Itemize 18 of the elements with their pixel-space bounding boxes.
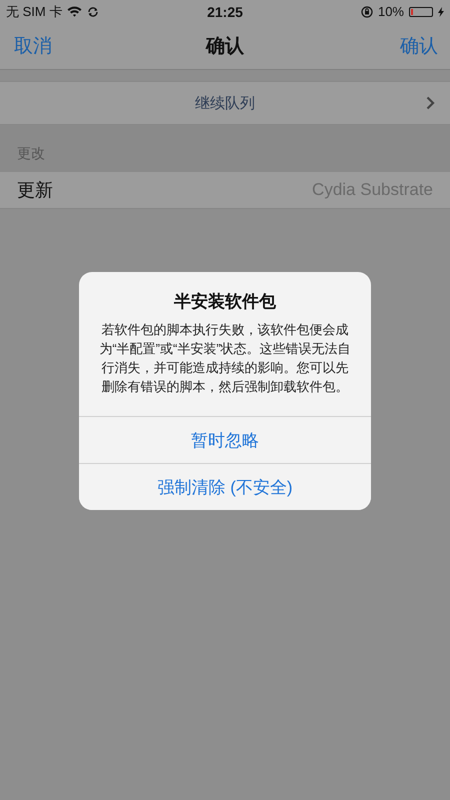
chevron-icon <box>426 96 435 110</box>
status-time: 21:25 <box>207 4 243 20</box>
nav-title: 确认 <box>206 35 244 59</box>
rotation-lock-icon <box>360 6 373 18</box>
wifi-icon <box>67 6 82 17</box>
alert-message: 若软件包的脚本执行失败，该软件包便会成为“半配置”或“半安装”状态。这些错误无法自行消失，并可能造成持续的影响。您可以先删除有错误的脚本，然后强制卸载软件包。 <box>98 321 352 396</box>
carrier-label: 无 SIM 卡 <box>6 2 62 20</box>
battery-percent: 10% <box>378 4 404 19</box>
battery-icon <box>409 6 433 16</box>
row-label: 继续队列 <box>195 94 255 112</box>
cancel-button[interactable]: 取消 <box>12 31 54 61</box>
charging-icon <box>438 6 444 16</box>
row-label: 更新 <box>17 179 53 202</box>
continue-queue-row[interactable]: 继续队列 <box>0 81 450 125</box>
sync-icon <box>87 6 100 18</box>
alert-title: 半安装软件包 <box>174 291 276 313</box>
confirm-button[interactable]: 确认 <box>398 31 440 61</box>
alert-button[interactable]: 强制清除 (不安全) <box>79 463 371 510</box>
